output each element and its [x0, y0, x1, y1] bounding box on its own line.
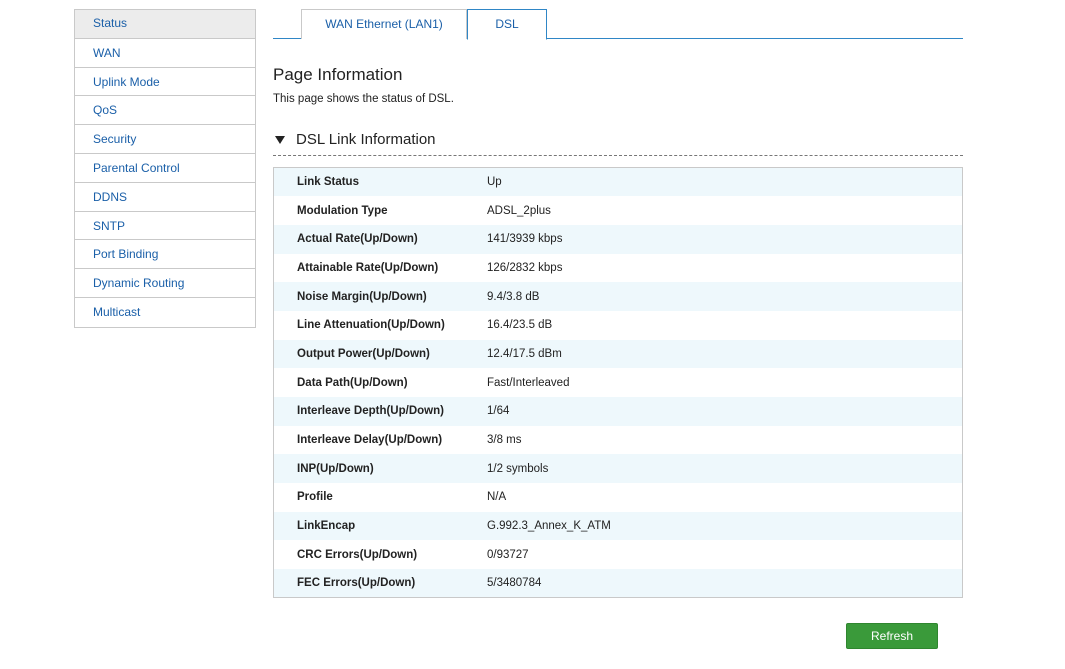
- table-row: Interleave Delay(Up/Down) 3/8 ms: [273, 425, 963, 455]
- row-value: 126/2832 kbps: [487, 261, 563, 274]
- sidebar-item-multicast[interactable]: Multicast: [75, 298, 255, 327]
- sidebar-nav: Status WAN Uplink Mode QoS Security Pare…: [74, 9, 256, 328]
- table-row: INP(Up/Down) 1/2 symbols: [273, 454, 963, 484]
- table-row: LinkEncap G.992.3_Annex_K_ATM: [273, 511, 963, 541]
- row-value: 1/2 symbols: [487, 462, 549, 475]
- row-label: Attainable Rate(Up/Down): [297, 261, 439, 274]
- page-title: Page Information: [273, 65, 403, 84]
- row-value: 3/8 ms: [487, 434, 522, 447]
- row-value: 16.4/23.5 dB: [487, 319, 553, 332]
- row-label: Modulation Type: [297, 204, 388, 217]
- row-value: Up: [487, 176, 502, 189]
- sidebar-item-sntp[interactable]: SNTP: [75, 212, 255, 241]
- table-row: Modulation Type ADSL_2plus: [273, 196, 963, 225]
- row-label: FEC Errors(Up/Down): [297, 577, 416, 590]
- row-value: ADSL_2plus: [487, 204, 551, 217]
- table-row: Attainable Rate(Up/Down) 126/2832 kbps: [273, 253, 963, 283]
- row-value: 1/64: [487, 405, 510, 418]
- row-label: Noise Margin(Up/Down): [297, 290, 427, 303]
- tab-wan-ethernet[interactable]: WAN Ethernet (LAN1): [301, 9, 467, 39]
- sidebar-item-uplink-mode[interactable]: Uplink Mode: [75, 68, 255, 97]
- refresh-button[interactable]: Refresh: [846, 623, 938, 649]
- row-label: Line Attenuation(Up/Down): [297, 319, 445, 332]
- table-row: Profile N/A: [273, 483, 963, 512]
- table-row: Output Power(Up/Down) 12.4/17.5 dBm: [273, 339, 963, 369]
- sidebar-item-ddns[interactable]: DDNS: [75, 183, 255, 212]
- sidebar-item-wan[interactable]: WAN: [75, 39, 255, 68]
- sidebar-item-parental-control[interactable]: Parental Control: [75, 154, 255, 183]
- collapse-triangle-icon[interactable]: [275, 136, 285, 144]
- row-label: Interleave Depth(Up/Down): [297, 405, 444, 418]
- sidebar-item-qos[interactable]: QoS: [75, 96, 255, 126]
- table-row: Link Status Up: [273, 167, 963, 197]
- table-row: Data Path(Up/Down) Fast/Interleaved: [273, 368, 963, 397]
- page: Status WAN Uplink Mode QoS Security Pare…: [0, 0, 1065, 669]
- table-row: Line Attenuation(Up/Down) 16.4/23.5 dB: [273, 310, 963, 340]
- row-value: N/A: [487, 491, 507, 504]
- row-value: 9.4/3.8 dB: [487, 290, 540, 303]
- row-label: Data Path(Up/Down): [297, 376, 408, 389]
- section-header[interactable]: DSL Link Information: [273, 128, 963, 156]
- section-title: DSL Link Information: [296, 131, 436, 148]
- sidebar-item-port-binding[interactable]: Port Binding: [75, 240, 255, 270]
- sidebar-item-status[interactable]: Status: [75, 10, 255, 39]
- dsl-info-table: Link Status Up Modulation Type ADSL_2plus Ac…: [273, 167, 963, 599]
- table-row: Actual Rate(Up/Down) 141/3939 kbps: [273, 224, 963, 254]
- tab-bar: WAN Ethernet (LAN1) DSL: [273, 9, 963, 40]
- row-label: Link Status: [297, 176, 359, 189]
- row-value: 141/3939 kbps: [487, 233, 563, 246]
- tab-dsl[interactable]: DSL: [467, 9, 547, 40]
- row-value: G.992.3_Annex_K_ATM: [487, 520, 611, 533]
- row-label: LinkEncap: [297, 520, 356, 533]
- row-value: 5/3480784: [487, 577, 542, 590]
- row-label: INP(Up/Down): [297, 462, 374, 475]
- row-label: Profile: [297, 491, 333, 504]
- row-label: CRC Errors(Up/Down): [297, 548, 418, 561]
- row-value: 12.4/17.5 dBm: [487, 347, 562, 360]
- row-label: Output Power(Up/Down): [297, 347, 430, 360]
- row-value: Fast/Interleaved: [487, 376, 570, 389]
- sidebar-item-security[interactable]: Security: [75, 125, 255, 154]
- sidebar-item-dynamic-routing[interactable]: Dynamic Routing: [75, 269, 255, 298]
- row-label: Interleave Delay(Up/Down): [297, 434, 443, 447]
- table-row: Noise Margin(Up/Down) 9.4/3.8 dB: [273, 282, 963, 311]
- table-row: Interleave Depth(Up/Down) 1/64: [273, 397, 963, 426]
- table-row: CRC Errors(Up/Down) 0/93727: [273, 540, 963, 570]
- table-row: FEC Errors(Up/Down) 5/3480784: [273, 569, 963, 598]
- row-label: Actual Rate(Up/Down): [297, 233, 418, 246]
- row-value: 0/93727: [487, 548, 529, 561]
- page-description: This page shows the status of DSL.: [273, 93, 454, 105]
